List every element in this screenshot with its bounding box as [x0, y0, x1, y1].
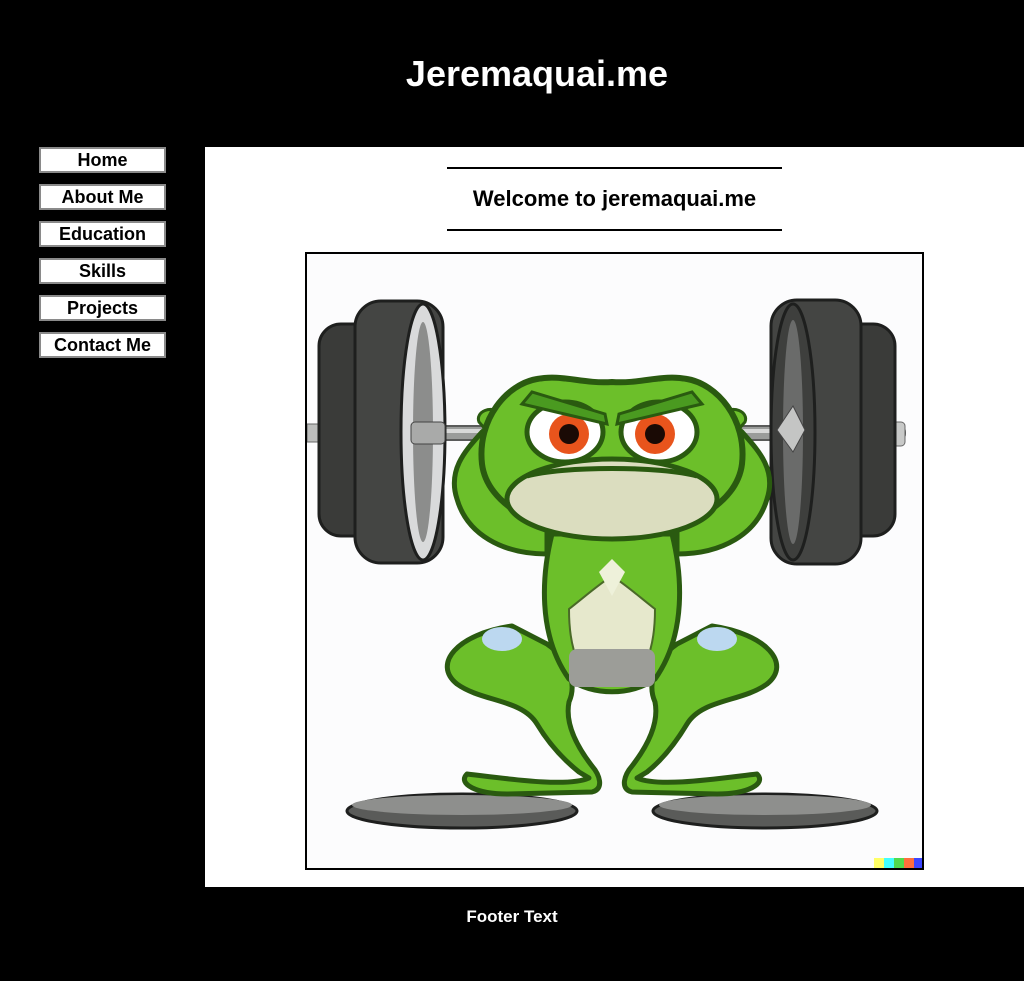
- nav-button-skills[interactable]: Skills: [39, 258, 166, 284]
- site-title: Jeremaquai.me: [405, 53, 669, 94]
- nav-button-home[interactable]: Home: [39, 147, 166, 173]
- nav-button-education[interactable]: Education: [39, 221, 166, 247]
- welcome-heading: Welcome to jeremaquai.me: [447, 167, 782, 231]
- nav-button-contact-me[interactable]: Contact Me: [39, 332, 166, 358]
- color-strip: [874, 858, 922, 868]
- nav-button-projects[interactable]: Projects: [39, 295, 166, 321]
- nav-button-about-me[interactable]: About Me: [39, 184, 166, 210]
- main-content: Welcome to jeremaquai.me: [205, 147, 1024, 887]
- left-weight-plates: [317, 299, 447, 565]
- right-weight-plates: [769, 298, 897, 566]
- frog-image-frame: [305, 252, 924, 870]
- page: Jeremaquai.me Home About Me Education Sk…: [0, 0, 1024, 981]
- sidebar-nav: Home About Me Education Skills Projects …: [39, 147, 166, 369]
- footer-text: Footer Text: [466, 907, 558, 926]
- frog-lifting-barbell-image: [307, 254, 922, 868]
